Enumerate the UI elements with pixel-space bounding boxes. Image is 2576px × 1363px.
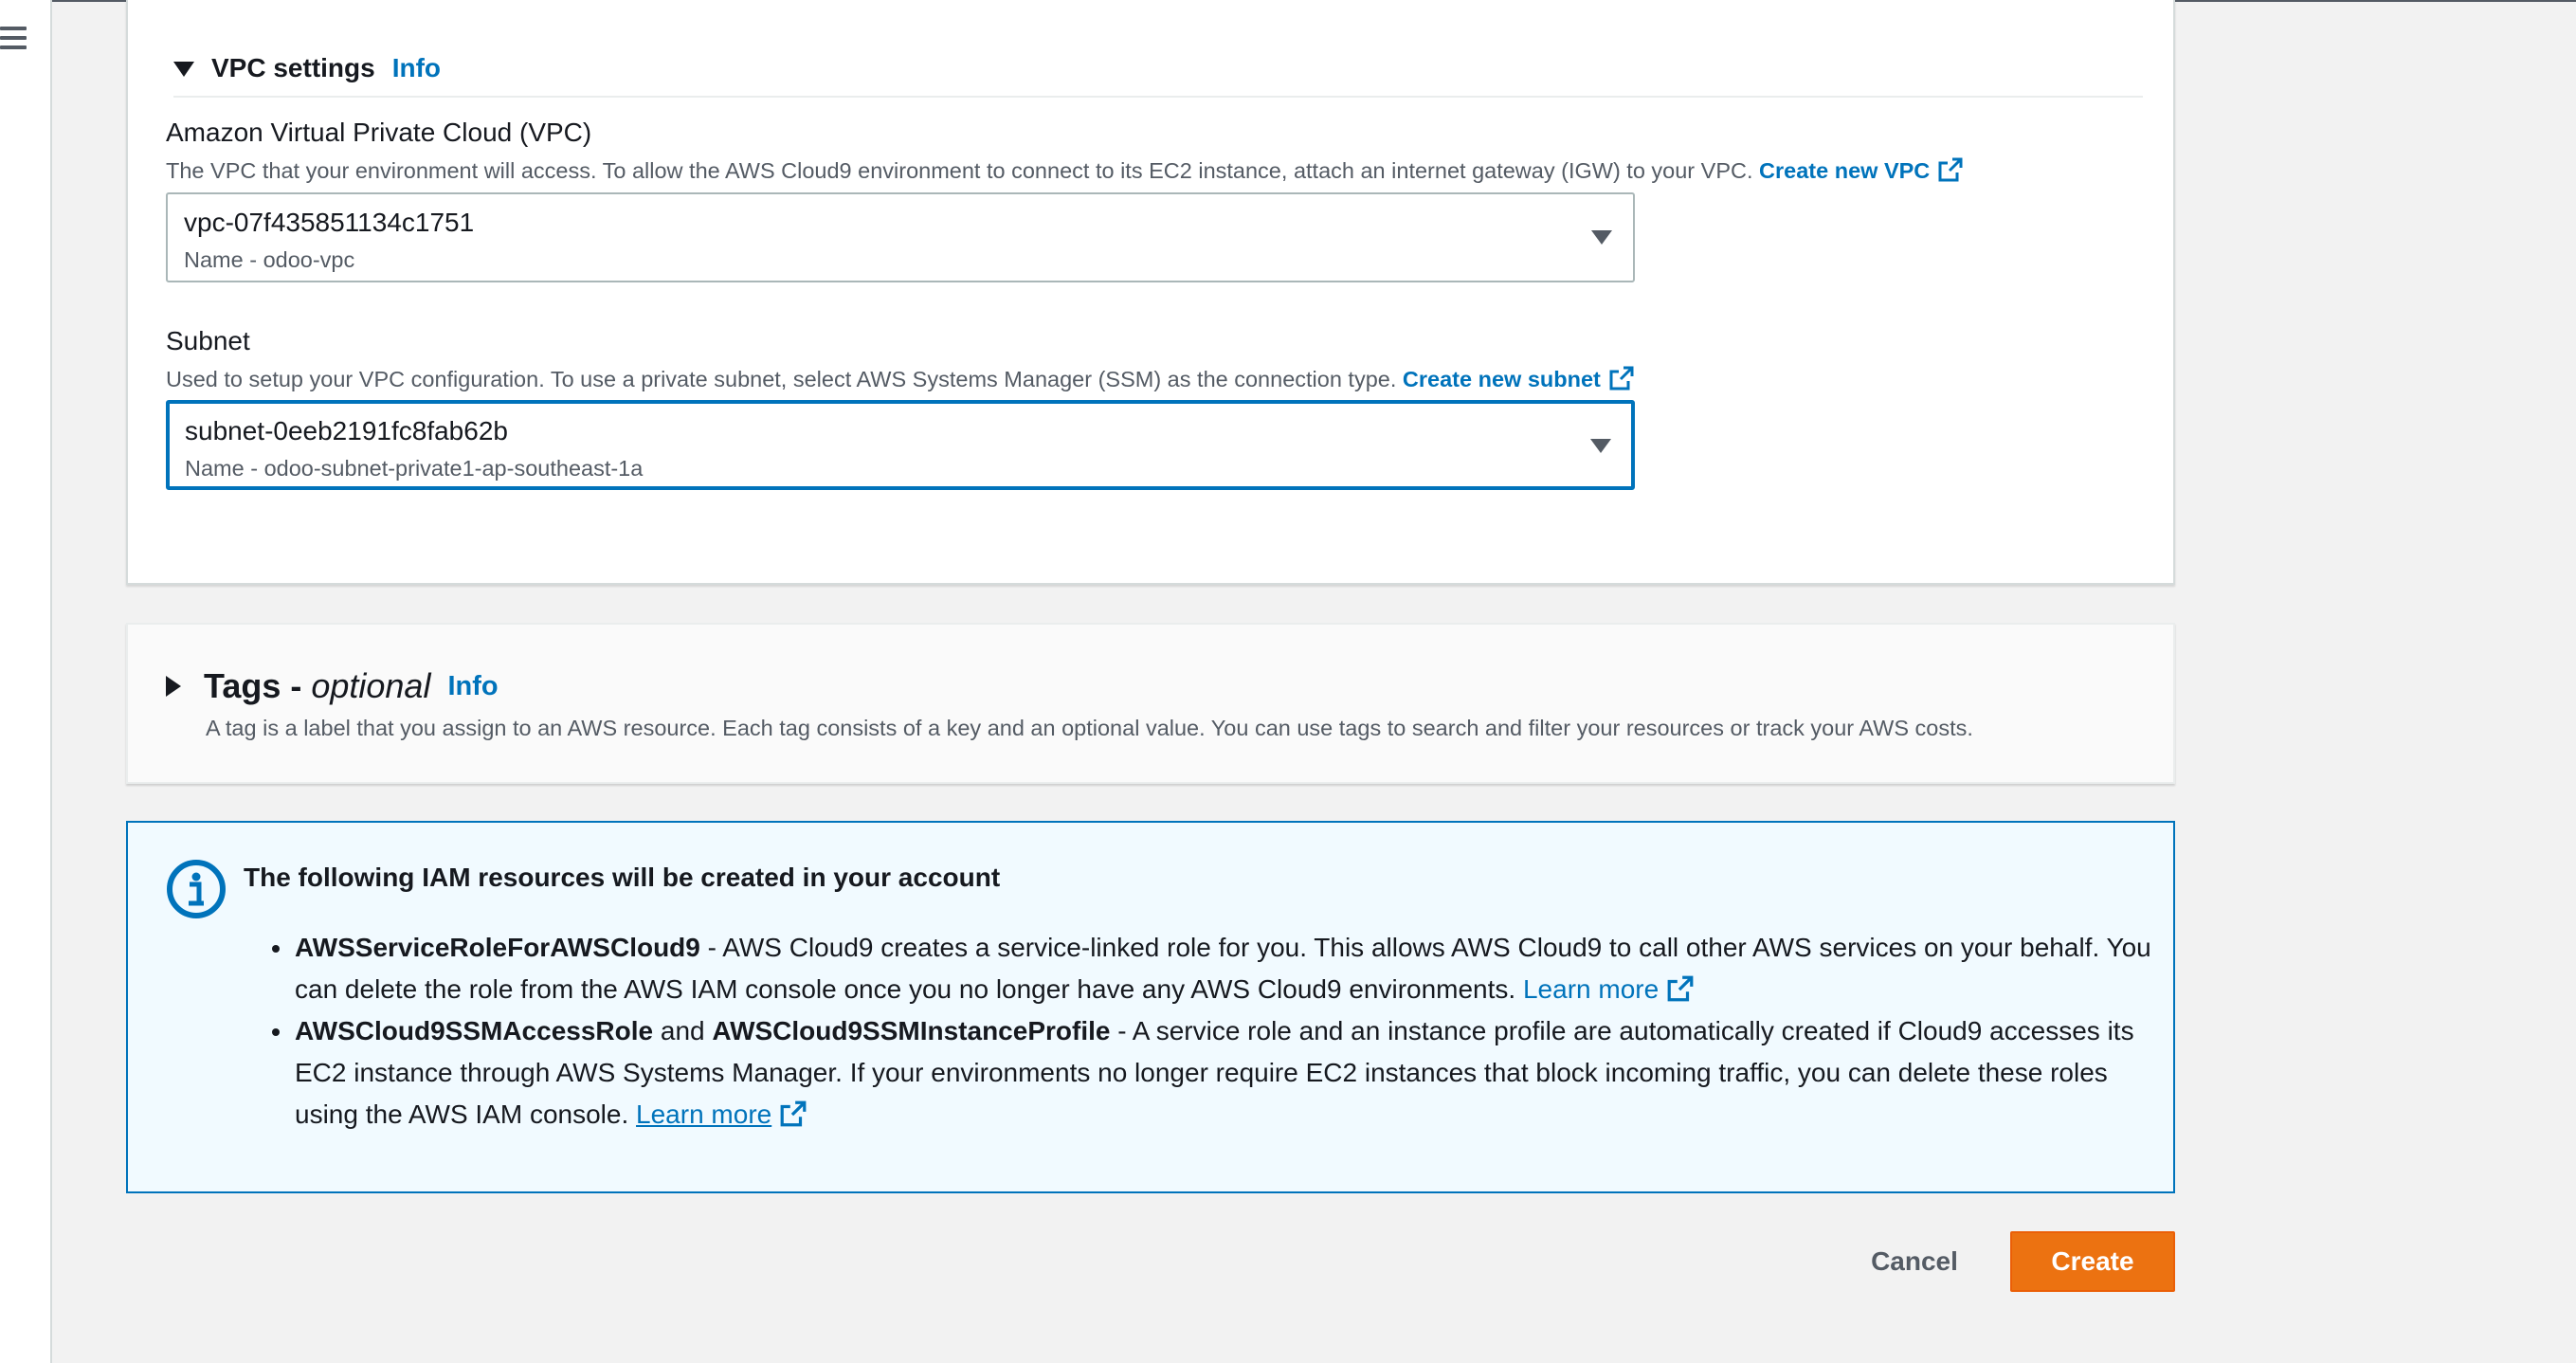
subnet-select-value: subnet-0eeb2191fc8fab62b — [185, 416, 508, 445]
create-button[interactable]: Create — [2010, 1231, 2175, 1292]
learn-more-link[interactable]: Learn more — [636, 1099, 771, 1129]
tags-title: Tags - — [204, 666, 302, 705]
vpc-settings-info-link[interactable]: Info — [392, 53, 441, 83]
vpc-field-label: Amazon Virtual Private Cloud (VPC) — [166, 118, 592, 147]
list-item: AWSServiceRoleForAWSCloud9 - AWS Cloud9 … — [272, 927, 2152, 1010]
tags-title-optional: optional — [311, 666, 431, 705]
tags-expand-header[interactable]: Tags - optional Info — [166, 663, 499, 710]
caret-down-icon — [1591, 230, 1612, 245]
create-new-subnet-label[interactable]: Create new subnet — [1403, 367, 1601, 391]
tags-info-link[interactable]: Info — [447, 671, 498, 702]
subnet-select-name: Name - odoo-subnet-private1-ap-southeast… — [185, 456, 644, 481]
cancel-button[interactable]: Cancel — [1843, 1232, 1986, 1291]
subnet-field-description: Used to setup your VPC configuration. To… — [166, 365, 1635, 392]
ssm-instance-profile-name: AWSCloud9SSMInstanceProfile — [712, 1016, 1111, 1045]
iam-resources-list: AWSServiceRoleForAWSCloud9 - AWS Cloud9 … — [272, 927, 2152, 1136]
vpc-field-description: The VPC that your environment will acces… — [166, 156, 1964, 184]
alert-title: The following IAM resources will be crea… — [244, 863, 1001, 892]
list-item: AWSCloud9SSMAccessRole and AWSCloud9SSMI… — [272, 1010, 2152, 1136]
tags-description: A tag is a label that you assign to an A… — [206, 716, 1973, 740]
vpc-settings-header[interactable]: VPC settings Info — [173, 49, 441, 87]
vpc-settings-title: VPC settings — [211, 53, 375, 82]
external-link-icon — [1938, 157, 1963, 182]
vpc-select-value: vpc-07f435851134c1751 — [184, 208, 475, 237]
caret-down-icon — [1590, 439, 1611, 453]
external-link-icon — [1667, 975, 1694, 1002]
side-navigation-rail — [0, 0, 52, 1363]
external-link-icon — [1609, 366, 1634, 391]
caret-down-icon[interactable] — [173, 62, 194, 77]
vpc-select-name: Name - odoo-vpc — [184, 247, 355, 272]
tags-card: Tags - optional Info A tag is a label th… — [126, 623, 2175, 784]
subnet-select[interactable]: subnet-0eeb2191fc8fab62b Name - odoo-sub… — [166, 400, 1635, 490]
vpc-select[interactable]: vpc-07f435851134c1751 Name - odoo-vpc — [166, 192, 1635, 282]
subnet-field-label: Subnet — [166, 326, 250, 355]
info-circle-icon — [167, 860, 226, 918]
external-link-icon[interactable] — [779, 1099, 807, 1128]
section-divider — [173, 96, 2143, 98]
learn-more-label[interactable]: Learn more — [1523, 974, 1659, 1004]
ssm-access-role-name: AWSCloud9SSMAccessRole — [295, 1016, 654, 1045]
hamburger-menu-icon[interactable] — [0, 27, 27, 49]
service-role-name: AWSServiceRoleForAWSCloud9 — [295, 933, 700, 962]
learn-more-label[interactable]: Learn more — [636, 1099, 771, 1129]
iam-info-alert: The following IAM resources will be crea… — [126, 821, 2175, 1193]
subnet-description-text: Used to setup your VPC configuration. To… — [166, 367, 1397, 391]
create-new-subnet-link[interactable]: Create new subnet — [1403, 366, 1635, 391]
vpc-description-text: The VPC that your environment will acces… — [166, 158, 1753, 183]
learn-more-link[interactable]: Learn more — [1523, 974, 1695, 1004]
create-new-vpc-label[interactable]: Create new VPC — [1759, 158, 1930, 183]
vpc-settings-card: VPC settings Info Amazon Virtual Private… — [126, 0, 2175, 585]
caret-right-icon[interactable] — [166, 676, 181, 697]
create-new-vpc-link[interactable]: Create new VPC — [1759, 157, 1964, 183]
and-text: and — [653, 1016, 713, 1045]
